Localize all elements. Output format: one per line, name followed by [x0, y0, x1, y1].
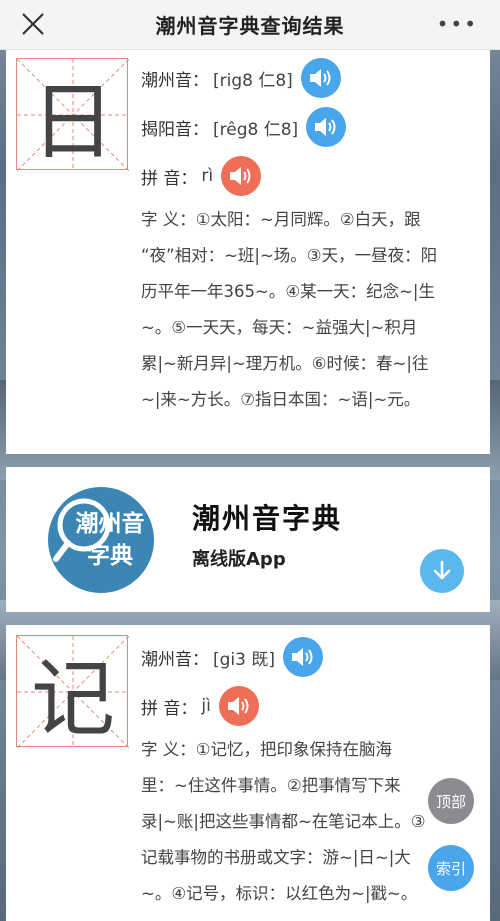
logo-text-line2: 字典	[87, 542, 133, 569]
speaker-icon	[230, 167, 251, 185]
row-value: [rêg8 仁8]	[213, 119, 299, 140]
speaker-icon	[227, 697, 249, 715]
close-icon[interactable]	[20, 11, 46, 37]
app-download-banner[interactable]: 潮州音 字典 潮州音字典 离线版App	[6, 467, 490, 612]
more-options-icon[interactable]: •••	[437, 14, 478, 34]
teochew-pronunciation-row: 潮州音： [gi3 既]	[141, 637, 323, 677]
top-bar: 潮州音字典查询结果 •••	[0, 0, 500, 50]
app-subtitle: 离线版App	[192, 549, 286, 570]
pinyin-row: 拼 音： jì	[141, 686, 259, 726]
speaker-button[interactable]	[218, 686, 259, 726]
meaning-line: ~|来~方长。⑦指日本国：~语|~元。	[141, 390, 421, 409]
speaker-icon	[309, 69, 331, 87]
row-value: [gi3 既]	[213, 649, 275, 670]
meaning-text: 字 义：①记忆，把印象保持在脑海 里：~住这件事情。②把事情写下来 录|~账|把…	[141, 732, 476, 912]
entry-card: 日 潮州音： [rig8 仁8] 揭阳音： [rêg8 仁8] 拼 音： rì	[6, 50, 490, 454]
speaker-button[interactable]	[300, 58, 341, 98]
app-name: 潮州音字典	[192, 502, 343, 535]
meaning-line: ~。⑤一天天，每天：~益强大|~积月	[141, 318, 418, 337]
meaning-line: 历平年一年365~。④某一天：纪念~|生	[141, 282, 435, 301]
meaning-line: 里：~住这件事情。②把事情写下来	[141, 776, 401, 795]
row-label: 潮州音：	[141, 70, 209, 91]
meaning-line: “夜”相对：~班|~场。③天，一昼夜：阳	[141, 246, 438, 265]
page-title: 潮州音字典查询结果	[155, 14, 345, 38]
download-arrow-icon	[433, 560, 451, 580]
row-value: [rig8 仁8]	[213, 70, 293, 91]
pinyin-row: 拼 音： rì	[141, 156, 262, 196]
row-value: rì	[201, 166, 214, 186]
row-value: jì	[201, 696, 211, 716]
character-grid: 日	[16, 58, 129, 171]
speaker-button[interactable]	[283, 637, 323, 677]
character-glyph: 日	[30, 72, 115, 171]
magnifier-logo-icon: 潮州音 字典	[53, 498, 145, 569]
meaning-text: 字 义：①太阳：~月同辉。②白天，跟 “夜”相对：~班|~场。③天，一昼夜：阳 …	[141, 202, 476, 418]
character-glyph: 记	[30, 649, 115, 748]
back-to-top-button[interactable]: 顶部	[428, 778, 474, 824]
row-label: 揭阳音：	[141, 119, 209, 140]
app-logo: 潮州音 字典	[48, 487, 154, 593]
speaker-icon	[315, 118, 336, 136]
logo-text-line1: 潮州音	[76, 510, 145, 537]
row-label: 拼 音：	[141, 168, 198, 189]
entry-card: 记 潮州音： [gi3 既] 拼 音： jì 字 义：①记忆，把印象保持在脑海 …	[6, 625, 490, 921]
character-grid: 记	[16, 635, 129, 748]
jieyang-pronunciation-row: 揭阳音： [rêg8 仁8]	[141, 107, 347, 147]
teochew-pronunciation-row: 潮州音： [rig8 仁8]	[141, 58, 341, 98]
meaning-line: 累|~新月异|~理万机。⑥时候：春~|往	[141, 354, 429, 373]
meaning-line: 录|~账|把这些事情都~在笔记本上。③	[141, 812, 426, 831]
meaning-line: ~。④记号，标识：以红色为~|戳~。	[141, 884, 418, 903]
meaning-line: 字 义：①太阳：~月同辉。②白天，跟	[141, 210, 421, 229]
row-label: 潮州音：	[141, 649, 209, 670]
download-button[interactable]	[420, 549, 464, 593]
meaning-line: 记载事物的书册或文字：游~|日~|大	[141, 848, 411, 867]
speaker-button[interactable]	[221, 156, 262, 196]
speaker-button[interactable]	[306, 107, 347, 147]
row-label: 拼 音：	[141, 698, 198, 719]
meaning-line: 字 义：①记忆，把印象保持在脑海	[141, 740, 393, 759]
speaker-icon	[292, 648, 313, 666]
index-button[interactable]: 索引	[428, 845, 474, 891]
